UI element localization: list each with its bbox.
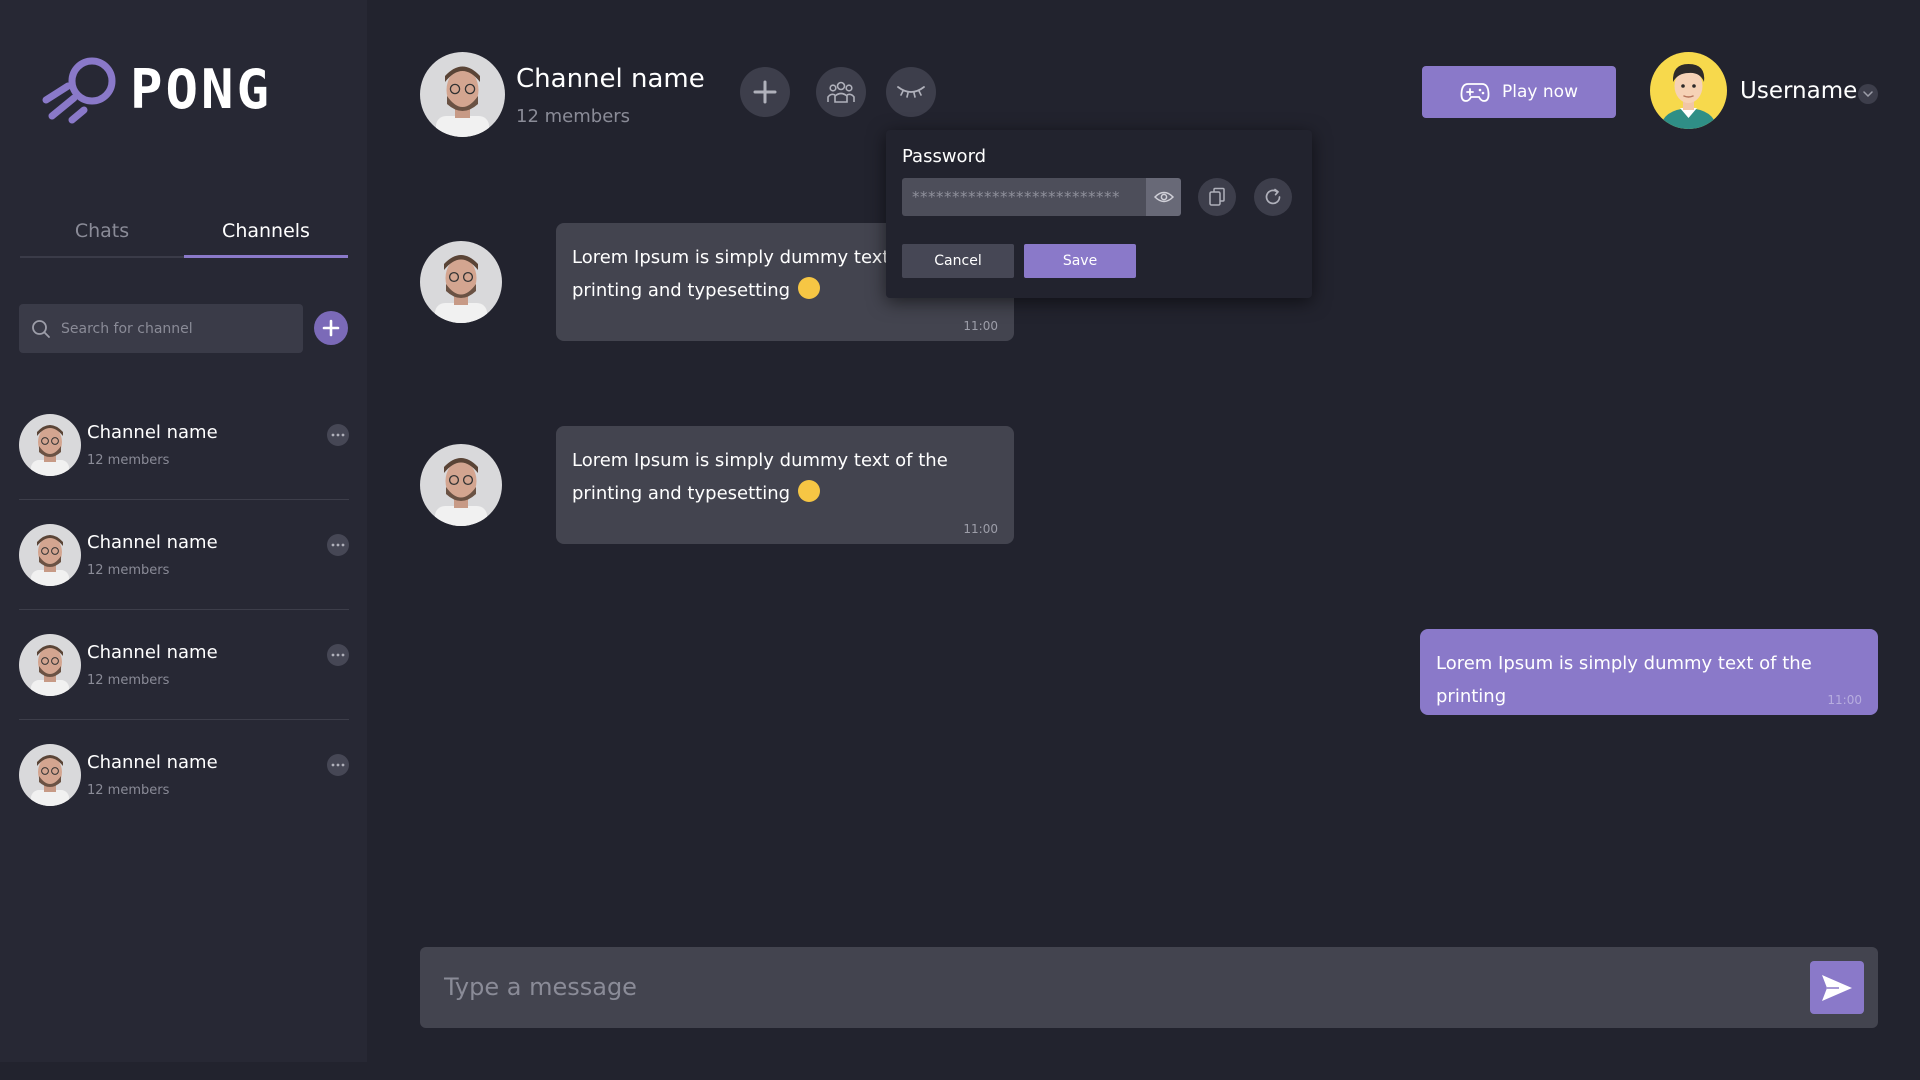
channel-avatar (19, 634, 81, 696)
grinning-emoji-icon (798, 480, 821, 502)
add-member-button[interactable] (740, 67, 790, 117)
app-root: PONG Chats Channels Search for channel C… (0, 0, 1920, 1080)
channel-members: 12 members (87, 453, 170, 468)
message-time: 11:00 (963, 522, 998, 536)
message-time: 11:00 (1827, 693, 1862, 707)
cancel-button[interactable]: Cancel (902, 244, 1014, 278)
send-icon (1822, 974, 1852, 1001)
logo-magnifier-icon (42, 57, 116, 124)
sidebar-tabs: Chats Channels (20, 216, 348, 258)
channel-members-count: 12 members (516, 106, 631, 127)
password-popup: Password ************************** Canc… (886, 130, 1312, 298)
gamepad-icon (1460, 83, 1490, 102)
channel-more-button[interactable] (327, 534, 349, 556)
channel-name: Channel name (87, 752, 218, 773)
copy-password-button[interactable] (1198, 178, 1236, 216)
message-time: 11:00 (963, 319, 998, 333)
tab-channels[interactable]: Channels (184, 216, 348, 258)
message-input[interactable] (444, 967, 1744, 1007)
plus-icon (753, 80, 777, 104)
user-avatar[interactable] (1650, 52, 1727, 129)
save-button[interactable]: Save (1024, 244, 1136, 278)
plus-icon (322, 319, 340, 337)
more-dots-icon (331, 653, 345, 657)
add-channel-button[interactable] (314, 311, 348, 345)
regenerate-password-button[interactable] (1254, 178, 1292, 216)
user-menu-button[interactable] (1858, 84, 1878, 104)
channel-list: Channel name 12 members Channel name 12 … (19, 390, 349, 830)
search-input[interactable] (61, 320, 281, 337)
chevron-down-icon (1863, 91, 1873, 97)
message-avatar (420, 444, 502, 526)
channel-members: 12 members (87, 563, 170, 578)
eye-closed-icon (897, 86, 925, 98)
search-icon (32, 319, 50, 338)
logo-text: PONG (130, 58, 273, 121)
channel-more-button[interactable] (327, 644, 349, 666)
password-visibility-button[interactable] (886, 67, 936, 117)
channel-list-item[interactable]: Channel name 12 members (19, 610, 349, 720)
password-title: Password (902, 146, 987, 167)
tab-chats[interactable]: Chats (20, 216, 184, 256)
message-avatar (420, 241, 502, 323)
username-label[interactable]: Username (1740, 78, 1857, 104)
channel-list-item[interactable]: Channel name 12 members (19, 500, 349, 610)
copy-icon (1209, 187, 1225, 206)
more-dots-icon (331, 763, 345, 767)
show-password-button[interactable] (1146, 178, 1181, 216)
members-button[interactable] (816, 67, 866, 117)
send-button[interactable] (1810, 961, 1864, 1014)
channel-more-button[interactable] (327, 754, 349, 776)
channel-name: Channel name (87, 532, 218, 553)
app-logo[interactable]: PONG (40, 52, 300, 134)
password-field[interactable]: ************************** (902, 178, 1147, 216)
channel-header-avatar (420, 52, 505, 137)
eye-icon (1153, 191, 1174, 203)
channel-name: Channel name (87, 642, 218, 663)
sidebar: PONG Chats Channels Search for channel C… (0, 0, 367, 1062)
channel-avatar (19, 414, 81, 476)
channel-members: 12 members (87, 783, 170, 798)
channel-list-item[interactable]: Channel name 12 members (19, 720, 349, 830)
channel-name: Channel name (87, 422, 218, 443)
channel-members: 12 members (87, 673, 170, 688)
message-text: Lorem Ipsum is simply dummy text of the … (572, 450, 948, 504)
group-icon (827, 81, 855, 103)
channel-title: Channel name (516, 64, 705, 94)
channel-avatar (19, 524, 81, 586)
more-dots-icon (331, 543, 345, 547)
channel-list-item[interactable]: Channel name 12 members (19, 390, 349, 500)
play-now-button[interactable]: Play now (1422, 66, 1616, 118)
channel-avatar (19, 744, 81, 806)
grinning-emoji-icon (798, 277, 821, 299)
channel-more-button[interactable] (327, 424, 349, 446)
message-bubble: Lorem Ipsum is simply dummy text of the … (556, 426, 1014, 544)
play-now-label: Play now (1502, 82, 1578, 102)
more-dots-icon (331, 433, 345, 437)
own-message-bubble: Lorem Ipsum is simply dummy text of the … (1420, 629, 1878, 715)
message-text: Lorem Ipsum is simply dummy text of the … (1436, 653, 1812, 707)
refresh-icon (1265, 188, 1281, 205)
message-composer (420, 947, 1878, 1028)
channel-search (19, 304, 303, 353)
